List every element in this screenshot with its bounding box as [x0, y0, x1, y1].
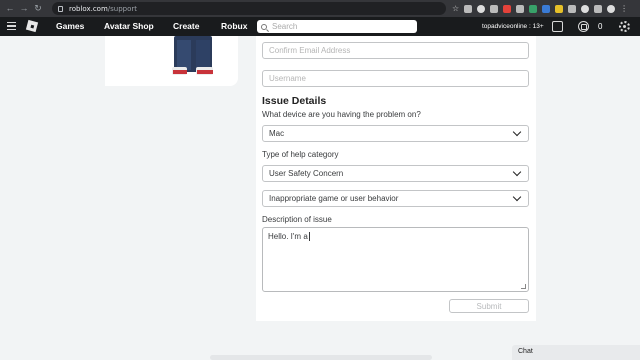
back-icon[interactable]: ← — [4, 3, 16, 13]
roblox-logo-icon[interactable] — [25, 19, 39, 33]
forward-icon[interactable]: → — [18, 3, 30, 13]
extension-icon[interactable] — [503, 4, 512, 13]
help-category-label: Type of help category — [262, 150, 339, 159]
lock-icon — [58, 5, 63, 12]
avatar-image — [172, 36, 213, 75]
extension-icon[interactable] — [555, 4, 564, 13]
menu-dots-icon[interactable]: ⋮ — [620, 4, 628, 13]
nav-link-avatar-shop[interactable]: Avatar Shop — [104, 21, 154, 31]
subcategory-select[interactable]: Inappropriate game or user behavior — [262, 190, 529, 207]
chevron-down-icon — [512, 127, 522, 137]
issue-details-heading: Issue Details — [262, 95, 327, 107]
confirm-email-input[interactable] — [269, 46, 519, 55]
reload-icon[interactable]: ↻ — [32, 3, 44, 14]
gear-icon[interactable] — [619, 21, 630, 32]
username-field[interactable] — [262, 70, 529, 87]
robux-icon[interactable] — [578, 21, 589, 32]
support-form: Issue Details What device are you having… — [256, 36, 536, 321]
avatar-card — [105, 36, 238, 86]
nav-link-robux[interactable]: Robux — [221, 21, 247, 31]
extension-icon[interactable] — [490, 4, 499, 13]
extension-icon[interactable] — [516, 4, 525, 13]
chevron-down-icon — [512, 192, 522, 202]
extension-icon[interactable] — [581, 4, 590, 13]
hamburger-menu-icon[interactable] — [7, 22, 16, 30]
device-select-value: Mac — [269, 129, 285, 138]
puzzle-icon[interactable] — [594, 4, 603, 13]
extension-icon[interactable] — [529, 4, 538, 13]
extension-icon[interactable] — [477, 4, 486, 13]
chat-tab[interactable]: Chat — [512, 345, 640, 360]
extension-icon[interactable] — [542, 4, 551, 13]
help-category-value: User Safety Concern — [269, 169, 344, 178]
description-textarea[interactable]: Hello. I'm a — [262, 227, 529, 292]
description-text: Hello. I'm a — [268, 232, 308, 241]
address-bar[interactable]: roblox.com/support — [52, 2, 446, 15]
confirm-email-field[interactable] — [262, 42, 529, 59]
robux-count[interactable]: 0 — [598, 22, 602, 31]
extension-icon[interactable] — [464, 4, 473, 13]
submit-button[interactable]: Submit — [449, 299, 529, 313]
nav-link-games[interactable]: Games — [56, 21, 84, 31]
extensions-bar: ☆ ⋮ — [452, 3, 628, 14]
chat-icon[interactable] — [552, 21, 563, 32]
search-icon — [261, 23, 267, 30]
text-caret — [308, 232, 310, 242]
username-label[interactable]: topadviceonline : 13+ — [482, 23, 544, 30]
chevron-down-icon — [512, 167, 522, 177]
resize-handle-icon[interactable] — [521, 284, 526, 289]
description-label: Description of issue — [262, 215, 332, 224]
help-category-select[interactable]: User Safety Concern — [262, 165, 529, 182]
device-select[interactable]: Mac — [262, 125, 529, 142]
username-input[interactable] — [269, 74, 519, 83]
extension-icon[interactable] — [568, 4, 577, 13]
search-input[interactable] — [272, 22, 402, 31]
browser-toolbar: ← → ↻ roblox.com/support ☆ ⋮ — [0, 0, 640, 17]
profile-avatar-icon[interactable] — [607, 4, 616, 13]
subcategory-value: Inappropriate game or user behavior — [269, 194, 399, 203]
url-text: roblox.com/support — [69, 4, 138, 13]
device-label: What device are you having the problem o… — [262, 110, 421, 119]
nav-link-create[interactable]: Create — [173, 21, 199, 31]
bookmark-star-icon[interactable]: ☆ — [452, 4, 459, 13]
search-box[interactable] — [257, 20, 417, 33]
bottom-scroll-bar — [210, 355, 432, 360]
